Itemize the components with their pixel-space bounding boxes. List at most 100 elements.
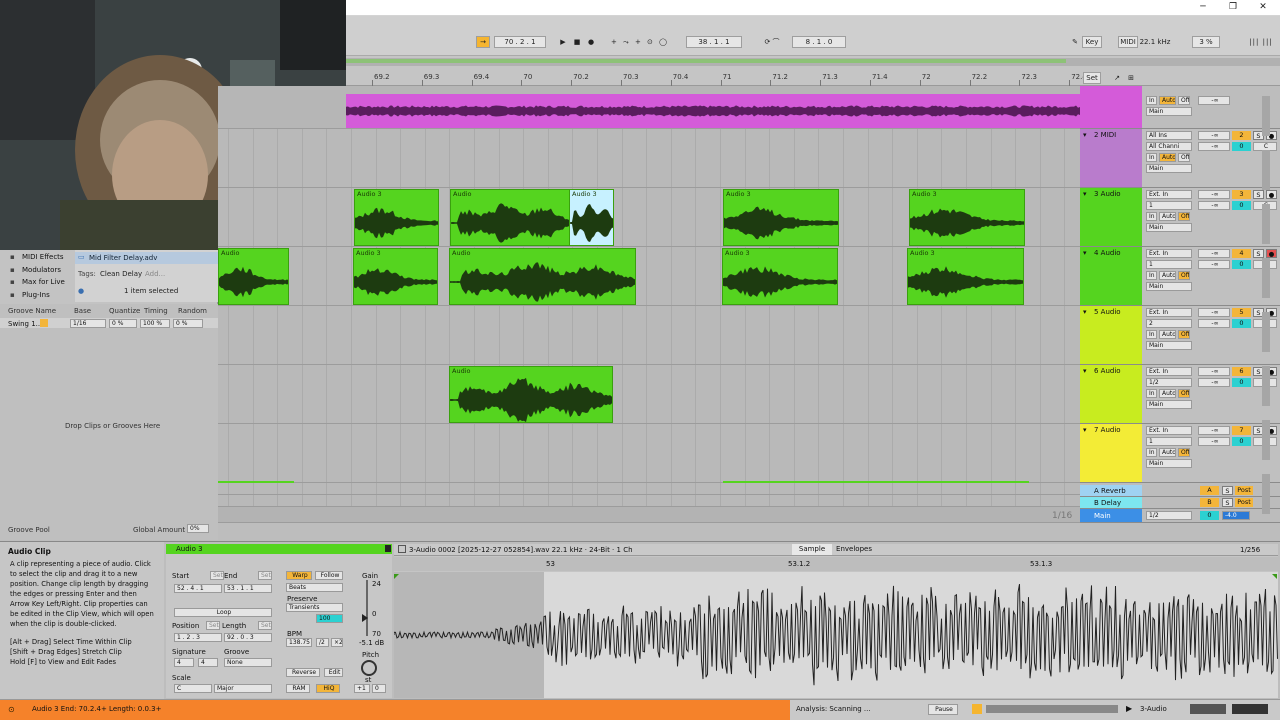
in-button[interactable]: In [1146, 96, 1157, 105]
bpm-field[interactable]: 138.75 [286, 638, 312, 647]
output-select[interactable]: Main [1146, 341, 1192, 350]
auto-button[interactable]: Auto [1159, 212, 1176, 221]
auto-button[interactable]: Auto [1159, 96, 1176, 105]
midi-map-button[interactable]: MIDI [1118, 36, 1138, 48]
track-name-strip[interactable]: ▾ 3 Audio [1080, 188, 1142, 246]
arm-button[interactable]: ● [1266, 249, 1277, 258]
track-fold-icon[interactable]: ▾ [1083, 249, 1087, 257]
tab-envelopes[interactable]: Envelopes [834, 544, 874, 555]
track-name-strip[interactable]: ▾ 5 Audio [1080, 306, 1142, 364]
return-letter[interactable]: B [1200, 498, 1219, 507]
volume-value[interactable]: 0 [1232, 437, 1251, 446]
input-channel-select[interactable]: 1 [1146, 260, 1192, 269]
hiq-button[interactable]: HiQ [316, 684, 340, 693]
off-button[interactable]: Off [1178, 271, 1190, 280]
browser-category[interactable]: ▪ Modulators [0, 265, 75, 276]
position-set[interactable]: Set [206, 621, 220, 630]
audio-clip[interactable]: Audio 3 [909, 189, 1025, 246]
auto-button[interactable]: Auto [1159, 153, 1176, 162]
input-channel-select[interactable]: All Channi [1146, 142, 1192, 151]
add-tag[interactable]: Add... [145, 270, 165, 278]
input-channel-select[interactable]: 2 [1146, 319, 1192, 328]
groove-timing[interactable]: 100 % [140, 319, 170, 328]
solo-button[interactable]: S [1253, 190, 1264, 199]
input-type-select[interactable]: Ext. In [1146, 367, 1192, 376]
arrangement-view[interactable]: Audio 3 Audio Audio 3 Audio 3 Audio 3 Audio Au… [218, 86, 1080, 523]
scale-root[interactable]: C [174, 684, 212, 693]
volume-value[interactable]: 0 [1232, 260, 1251, 269]
overdub-automation-icons[interactable]: + ⤳ + ⊙ ◯ [610, 36, 670, 48]
reverse-button[interactable]: Reverse [286, 668, 320, 677]
send-a-value[interactable]: -∞ [1198, 190, 1230, 199]
signature-denominator[interactable]: 4 [198, 658, 218, 667]
loop-button[interactable]: Loop [174, 608, 272, 617]
audio-clip[interactable]: Audio 3 [569, 189, 614, 246]
solo-button[interactable]: S [1222, 486, 1233, 495]
groove-row[interactable]: Swing 1... 1/16 0 % 100 % 0 % [0, 318, 218, 328]
groove-quantize[interactable]: 0 % [109, 319, 137, 328]
groove-random[interactable]: 0 % [173, 319, 203, 328]
audio-clip[interactable]: Audio 3 [722, 248, 838, 305]
solo-button[interactable]: S [1222, 498, 1233, 507]
groove-hot-swap-icon[interactable] [40, 319, 48, 327]
tag-clean-delay[interactable]: Clean Delay [100, 270, 142, 278]
auto-button[interactable]: Auto [1159, 330, 1176, 339]
track-activator[interactable]: 5 [1232, 308, 1251, 317]
browser-category[interactable]: ▪ Plug-Ins [0, 290, 75, 301]
in-button[interactable]: In [1146, 448, 1157, 457]
send-b-value[interactable]: -∞ [1198, 260, 1230, 269]
start-set[interactable]: Set [210, 571, 224, 580]
send-b-value[interactable]: -∞ [1198, 378, 1230, 387]
in-button[interactable]: In [1146, 389, 1157, 398]
input-type-select[interactable]: Ext. In [1146, 308, 1192, 317]
clip-activator-icon[interactable] [385, 545, 391, 552]
warp-mode[interactable]: Beats [286, 583, 343, 592]
volume-value[interactable]: 0 [1232, 142, 1251, 151]
end-field[interactable]: 53 . 1 . 1 [224, 584, 272, 593]
follow-toggle[interactable]: → [476, 36, 490, 48]
off-button[interactable]: Off [1178, 448, 1190, 457]
global-amount[interactable]: 0% [187, 524, 209, 533]
groove-pool[interactable]: Groove Name Base Quantize Timing Random Swin… [0, 304, 218, 540]
next-icon[interactable]: ▶ [1126, 704, 1132, 713]
track-fold-icon[interactable]: ▾ [1083, 426, 1087, 434]
track-fold-icon[interactable]: ▾ [1083, 308, 1087, 316]
length-set[interactable]: Set [258, 621, 272, 630]
pitch-semitones[interactable]: +1 [354, 684, 370, 693]
main-level[interactable]: -4.0 [1222, 511, 1250, 520]
envelope-value[interactable]: 100 [316, 614, 343, 623]
off-button[interactable]: Off [1178, 389, 1190, 398]
in-button[interactable]: In [1146, 153, 1157, 162]
send-value[interactable]: -∞ [1198, 96, 1230, 105]
loop-punch-icons[interactable]: ⟳ ⌒ [758, 36, 786, 48]
input-channel-select[interactable]: 1 [1146, 201, 1192, 210]
editor-ruler[interactable]: 53 53.1.2 53.1.3 [394, 557, 1278, 571]
minimize-icon[interactable]: ─ [1196, 1, 1210, 13]
pause-button[interactable]: Pause [928, 704, 958, 715]
loop-start[interactable]: 38 . 1 . 1 [686, 36, 742, 48]
audio-clip[interactable]: Audio 3 [354, 189, 439, 246]
output-select[interactable]: Main [1146, 400, 1192, 409]
play-icon[interactable]: ▶ [558, 36, 568, 48]
send-a-value[interactable]: -∞ [1198, 131, 1230, 140]
gain-handle-icon[interactable] [362, 614, 368, 622]
main-channel[interactable]: 1/2 [1146, 511, 1192, 520]
main-volume[interactable]: 0 [1200, 511, 1219, 520]
end-set[interactable]: Set [258, 571, 272, 580]
input-type-select[interactable]: Ext. In [1146, 426, 1192, 435]
warp-button[interactable]: Warp [286, 571, 312, 580]
in-button[interactable]: In [1146, 271, 1157, 280]
in-button[interactable]: In [1146, 330, 1157, 339]
draw-mode-icon[interactable]: ✎ [1070, 36, 1080, 48]
audio-clip[interactable]: Audio [449, 248, 636, 305]
post-button[interactable]: Post [1235, 498, 1253, 507]
half-tempo-button[interactable]: /2 [316, 638, 329, 647]
send-b-value[interactable]: -∞ [1198, 142, 1230, 151]
solo-button[interactable]: S [1253, 249, 1264, 258]
auto-button[interactable]: Auto [1159, 389, 1176, 398]
selected-file-row[interactable]: Mid Filter Delay.adv ▭ [75, 252, 218, 264]
overview-toggle-icon[interactable] [972, 704, 982, 714]
arrangement-position[interactable]: 70 . 2 . 1 [494, 36, 546, 48]
send-b-value[interactable]: -∞ [1198, 437, 1230, 446]
edit-button[interactable]: Edit [324, 668, 343, 677]
